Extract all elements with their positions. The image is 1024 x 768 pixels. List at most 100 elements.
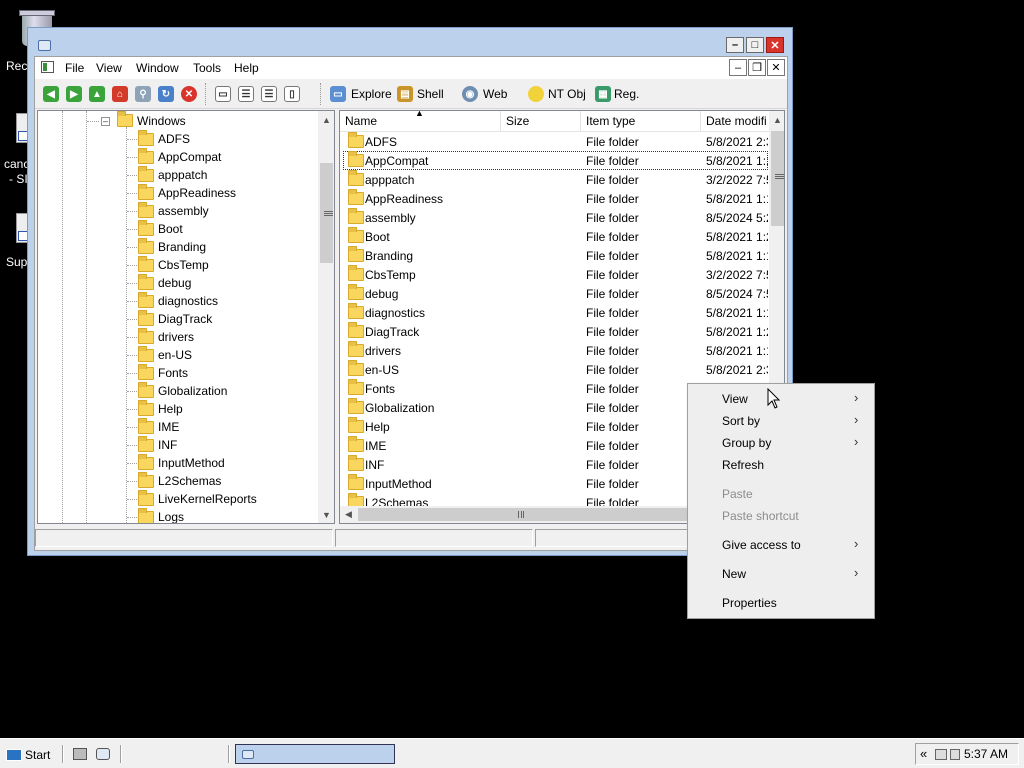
tree-item[interactable]: InputMethod [38,454,318,472]
close-button[interactable]: ✕ [766,37,784,53]
desktop-label-shortcut-1a[interactable]: canc [4,157,29,171]
list-row[interactable]: ADFS File folder 5/8/2021 2:3 [340,132,769,151]
menu-tools[interactable]: Tools [193,61,221,75]
taskbar-window-button[interactable] [235,744,395,764]
ctx-view[interactable]: View [722,392,748,406]
tree-item[interactable]: assembly [38,202,318,220]
column-divider[interactable] [500,111,501,131]
stop-icon[interactable]: ✕ [181,86,197,102]
scroll-up-arrow[interactable]: ▲ [318,111,334,128]
tree-item[interactable]: debug [38,274,318,292]
menu-view[interactable]: View [96,61,122,75]
column-header-date-modified[interactable]: Date modifi [706,114,767,128]
collapse-toggle[interactable]: – [101,117,110,126]
menu-file[interactable]: File [65,61,84,75]
refresh-icon[interactable]: ↻ [158,86,174,102]
explore-button[interactable]: Explore [351,87,392,101]
desktop-label-shortcut-1b[interactable]: - SI [9,172,28,186]
volume-icon[interactable] [950,749,960,760]
maximize-button[interactable]: □ [746,37,764,53]
search-icon[interactable]: ⚲ [135,86,151,102]
scroll-thumb[interactable] [320,163,333,263]
tree-item[interactable]: apppatch [38,166,318,184]
mdi-restore-button[interactable]: ❐ [748,59,766,76]
tree-item[interactable]: Help [38,400,318,418]
scroll-thumb[interactable] [358,508,688,521]
list-row[interactable]: diagnostics File folder 5/8/2021 1:1 [340,303,769,322]
ctx-refresh[interactable]: Refresh [722,458,764,472]
shell-icon[interactable]: ▤ [397,86,413,102]
list-row[interactable]: AppReadiness File folder 5/8/2021 1:1 [340,189,769,208]
tree-item[interactable]: Logs [38,508,318,523]
back-icon[interactable]: ◀ [43,86,59,102]
tree-vertical-scrollbar[interactable]: ▲ ▼ [318,111,334,523]
tree-root-windows[interactable]: Windows [137,114,186,128]
mdi-child-icon[interactable] [41,61,54,73]
column-header-name[interactable]: Name [345,114,377,128]
list-row[interactable]: CbsTemp File folder 3/2/2022 7:5 [340,265,769,284]
desktop-label-shortcut-2[interactable]: Sup [6,255,27,269]
mdi-close-button[interactable]: ✕ [767,59,785,76]
tree-item[interactable]: Branding [38,238,318,256]
list-row[interactable]: debug File folder 8/5/2024 7:5 [340,284,769,303]
tile-vertical-icon[interactable]: ☰ [261,86,277,102]
up-icon[interactable]: ▲ [89,86,105,102]
list-row[interactable]: Boot File folder 5/8/2021 1:2 [340,227,769,246]
tree-item[interactable]: diagnostics [38,292,318,310]
desktop-label-recycle-bin[interactable]: Rec [6,59,27,73]
scroll-up-arrow[interactable]: ▲ [769,111,784,128]
mdi-minimize-button[interactable]: – [729,59,747,76]
minimize-button[interactable]: – [726,37,744,53]
ctx-group-by[interactable]: Group by [722,436,771,450]
list-row[interactable]: Branding File folder 5/8/2021 1:1 [340,246,769,265]
list-row[interactable]: drivers File folder 5/8/2021 1:1 [340,341,769,360]
clock[interactable]: 5:37 AM [964,747,1008,761]
cascade-icon[interactable]: ▯ [284,86,300,102]
tree-item[interactable]: DiagTrack [38,310,318,328]
registry-button[interactable]: Reg. [614,87,639,101]
tree-item[interactable]: INF [38,436,318,454]
tree-item[interactable]: Globalization [38,382,318,400]
quick-launch-icon[interactable] [73,748,87,760]
ctx-sort-by[interactable]: Sort by [722,414,760,428]
tree-item[interactable]: en-US [38,346,318,364]
tree-item[interactable]: L2Schemas [38,472,318,490]
tree-item[interactable]: Fonts [38,364,318,382]
home-icon[interactable]: ⌂ [112,86,128,102]
list-row[interactable]: assembly File folder 8/5/2024 5:2 [340,208,769,227]
nt-obj-icon[interactable] [528,86,544,102]
forward-icon[interactable]: ▶ [66,86,82,102]
tree-item[interactable]: Boot [38,220,318,238]
list-row[interactable]: AppCompat File folder 5/8/2021 1:1 [340,151,769,170]
start-button[interactable]: Start [6,744,50,766]
ctx-new[interactable]: New [722,567,746,581]
shell-button[interactable]: Shell [417,87,444,101]
ctx-paste[interactable]: Paste [722,487,753,501]
tree-item[interactable]: IME [38,418,318,436]
tree-item[interactable]: AppCompat [38,148,318,166]
list-row[interactable]: DiagTrack File folder 5/8/2021 1:2 [340,322,769,341]
column-divider[interactable] [700,111,701,131]
tree-item[interactable]: AppReadiness [38,184,318,202]
column-header-size[interactable]: Size [506,114,529,128]
tile-horizontal-icon[interactable]: ☰ [238,86,254,102]
menu-help[interactable]: Help [234,61,259,75]
scroll-thumb[interactable] [771,131,784,226]
tree-item[interactable]: ADFS [38,130,318,148]
tray-chevron-icon[interactable]: « [920,746,927,761]
nt-obj-button[interactable]: NT Obj [548,87,586,101]
ctx-give-access-to[interactable]: Give access to [722,538,801,552]
scroll-left-arrow[interactable]: ◀ [340,506,357,523]
scroll-down-arrow[interactable]: ▼ [318,506,334,523]
tree-item[interactable]: drivers [38,328,318,346]
column-divider[interactable] [580,111,581,131]
web-button[interactable]: Web [483,87,507,101]
ctx-paste-shortcut[interactable]: Paste shortcut [722,509,799,523]
registry-icon[interactable]: ▦ [595,86,611,102]
title-bar[interactable]: – □ ✕ [28,28,792,56]
tree-item[interactable]: LiveKernelReports [38,490,318,508]
menu-window[interactable]: Window [136,61,179,75]
column-header-item-type[interactable]: Item type [586,114,635,128]
folder-tree[interactable]: – Windows ADFS AppCompat apppatch AppReadin… [37,110,335,524]
quick-launch-explorer-icon[interactable] [96,748,110,760]
